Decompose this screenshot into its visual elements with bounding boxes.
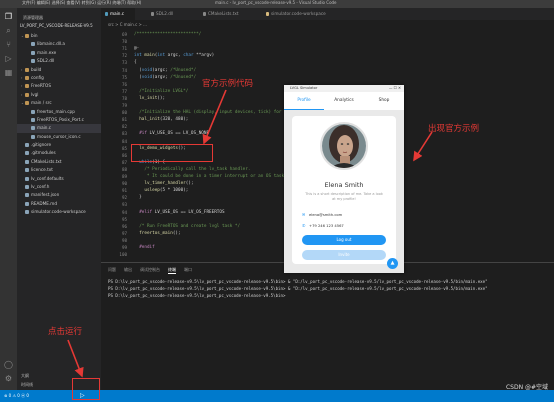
avatar [320,122,368,170]
panel-tab[interactable]: 问题 [108,267,116,273]
tab-profile[interactable]: Profile [284,92,324,110]
panel-tab[interactable]: 输出 [124,267,132,273]
avatar-image [322,124,366,168]
tab-analytics[interactable]: Analytics [324,92,364,110]
highlight-box-run [72,378,100,400]
simulator-title: LVGL Simulator [290,86,318,90]
watermark: CSDN @#空域 [505,384,548,391]
profile-name: Elena Smith [324,181,364,189]
envelope-icon: ✉ [302,212,306,217]
arrow-to-code [202,89,227,145]
simulator-body: Elena Smith This is a short description … [284,110,404,273]
arrow-to-run [67,339,84,378]
panel-tabs: 问题 输出 调试控制台 终端 端口 [108,267,200,274]
problems-count[interactable]: ⊗ 0 ⚠ 0 ⓦ 0 [4,390,29,402]
window-controls[interactable]: — ☐ ✕ [389,85,401,92]
bottom-panel: 问题 输出 调试控制台 终端 端口 PS D:\lv_port_pc_vscode-re… [101,262,554,390]
logout-button[interactable]: Log out [302,235,386,245]
terminal-line: PS D:\lv_port_pc_vscode-release-v9.5\lv_… [108,286,488,291]
phone-row: ✆ +79 246 123 4567 [302,223,344,228]
terminal-line[interactable]: PS D:\lv_port_pc_vscode-release-v9.5\lv_… [108,293,285,298]
floating-action-button[interactable]: ▲ [387,258,398,269]
phone-icon: ✆ [302,223,306,228]
annotation-run-label: 点击运行 [48,327,83,337]
simulator-tabs: Profile Analytics Shop [284,92,404,110]
panel-tab[interactable]: 调试控制台 [140,267,160,273]
profile-card: Elena Smith This is a short description … [292,116,396,264]
invite-button[interactable]: Invite [302,250,386,260]
terminal-line: PS D:\lv_port_pc_vscode-release-v9.5\lv_… [108,279,488,284]
arrow-to-demo [413,131,433,162]
panel-tab[interactable]: 端口 [184,267,192,273]
lvgl-simulator-window: LVGL Simulator — ☐ ✕ Profile Analytics S… [284,85,404,273]
panel-tab[interactable]: 终端 [168,267,176,274]
tab-shop[interactable]: Shop [364,92,404,110]
email-row: ✉ elena@smith.com [302,212,343,217]
chevron-up-icon: ▲ [390,260,395,266]
profile-description: This is a short description of me. Take … [305,192,383,201]
simulator-title-bar: LVGL Simulator — ☐ ✕ [284,85,404,92]
